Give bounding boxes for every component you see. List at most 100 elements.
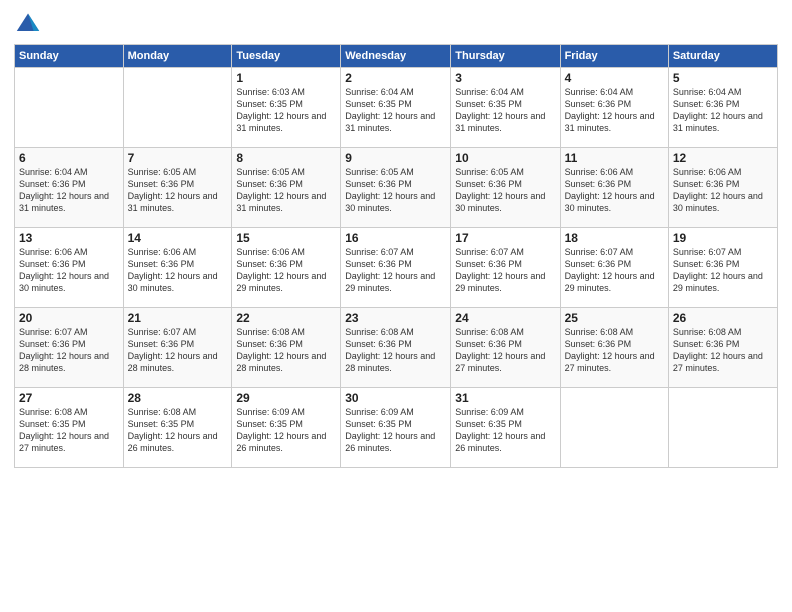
day-number: 28	[128, 391, 228, 405]
calendar-week-3: 13Sunrise: 6:06 AM Sunset: 6:36 PM Dayli…	[15, 228, 778, 308]
day-info: Sunrise: 6:09 AM Sunset: 6:35 PM Dayligh…	[236, 406, 336, 455]
day-header-thursday: Thursday	[451, 45, 560, 68]
calendar-table: SundayMondayTuesdayWednesdayThursdayFrid…	[14, 44, 778, 468]
calendar-cell: 14Sunrise: 6:06 AM Sunset: 6:36 PM Dayli…	[123, 228, 232, 308]
day-number: 10	[455, 151, 555, 165]
day-number: 17	[455, 231, 555, 245]
logo-icon	[14, 10, 42, 38]
day-info: Sunrise: 6:05 AM Sunset: 6:36 PM Dayligh…	[345, 166, 446, 215]
page: SundayMondayTuesdayWednesdayThursdayFrid…	[0, 0, 792, 612]
calendar-cell: 7Sunrise: 6:05 AM Sunset: 6:36 PM Daylig…	[123, 148, 232, 228]
day-number: 22	[236, 311, 336, 325]
day-info: Sunrise: 6:06 AM Sunset: 6:36 PM Dayligh…	[673, 166, 773, 215]
day-number: 27	[19, 391, 119, 405]
calendar-cell: 15Sunrise: 6:06 AM Sunset: 6:36 PM Dayli…	[232, 228, 341, 308]
day-number: 12	[673, 151, 773, 165]
day-info: Sunrise: 6:07 AM Sunset: 6:36 PM Dayligh…	[128, 326, 228, 375]
day-number: 23	[345, 311, 446, 325]
day-info: Sunrise: 6:04 AM Sunset: 6:36 PM Dayligh…	[565, 86, 664, 135]
calendar-cell: 17Sunrise: 6:07 AM Sunset: 6:36 PM Dayli…	[451, 228, 560, 308]
day-header-sunday: Sunday	[15, 45, 124, 68]
calendar-cell: 12Sunrise: 6:06 AM Sunset: 6:36 PM Dayli…	[668, 148, 777, 228]
day-number: 13	[19, 231, 119, 245]
calendar-cell: 27Sunrise: 6:08 AM Sunset: 6:35 PM Dayli…	[15, 388, 124, 468]
day-info: Sunrise: 6:06 AM Sunset: 6:36 PM Dayligh…	[19, 246, 119, 295]
calendar-cell: 5Sunrise: 6:04 AM Sunset: 6:36 PM Daylig…	[668, 68, 777, 148]
calendar-cell: 19Sunrise: 6:07 AM Sunset: 6:36 PM Dayli…	[668, 228, 777, 308]
day-info: Sunrise: 6:07 AM Sunset: 6:36 PM Dayligh…	[455, 246, 555, 295]
calendar-cell: 22Sunrise: 6:08 AM Sunset: 6:36 PM Dayli…	[232, 308, 341, 388]
day-info: Sunrise: 6:04 AM Sunset: 6:35 PM Dayligh…	[455, 86, 555, 135]
calendar-week-2: 6Sunrise: 6:04 AM Sunset: 6:36 PM Daylig…	[15, 148, 778, 228]
day-number: 5	[673, 71, 773, 85]
day-info: Sunrise: 6:07 AM Sunset: 6:36 PM Dayligh…	[345, 246, 446, 295]
day-info: Sunrise: 6:08 AM Sunset: 6:36 PM Dayligh…	[565, 326, 664, 375]
day-info: Sunrise: 6:08 AM Sunset: 6:35 PM Dayligh…	[19, 406, 119, 455]
day-info: Sunrise: 6:04 AM Sunset: 6:36 PM Dayligh…	[19, 166, 119, 215]
calendar-cell: 6Sunrise: 6:04 AM Sunset: 6:36 PM Daylig…	[15, 148, 124, 228]
calendar-cell: 16Sunrise: 6:07 AM Sunset: 6:36 PM Dayli…	[341, 228, 451, 308]
calendar-cell: 8Sunrise: 6:05 AM Sunset: 6:36 PM Daylig…	[232, 148, 341, 228]
day-info: Sunrise: 6:05 AM Sunset: 6:36 PM Dayligh…	[455, 166, 555, 215]
calendar-cell	[668, 388, 777, 468]
day-number: 30	[345, 391, 446, 405]
day-info: Sunrise: 6:05 AM Sunset: 6:36 PM Dayligh…	[128, 166, 228, 215]
day-number: 18	[565, 231, 664, 245]
calendar-header-row: SundayMondayTuesdayWednesdayThursdayFrid…	[15, 45, 778, 68]
day-number: 7	[128, 151, 228, 165]
day-info: Sunrise: 6:04 AM Sunset: 6:35 PM Dayligh…	[345, 86, 446, 135]
day-info: Sunrise: 6:08 AM Sunset: 6:36 PM Dayligh…	[455, 326, 555, 375]
day-number: 20	[19, 311, 119, 325]
day-number: 6	[19, 151, 119, 165]
day-info: Sunrise: 6:03 AM Sunset: 6:35 PM Dayligh…	[236, 86, 336, 135]
calendar-cell: 1Sunrise: 6:03 AM Sunset: 6:35 PM Daylig…	[232, 68, 341, 148]
day-number: 16	[345, 231, 446, 245]
calendar-cell: 18Sunrise: 6:07 AM Sunset: 6:36 PM Dayli…	[560, 228, 668, 308]
calendar-week-1: 1Sunrise: 6:03 AM Sunset: 6:35 PM Daylig…	[15, 68, 778, 148]
day-number: 25	[565, 311, 664, 325]
day-header-friday: Friday	[560, 45, 668, 68]
day-number: 26	[673, 311, 773, 325]
calendar-cell: 20Sunrise: 6:07 AM Sunset: 6:36 PM Dayli…	[15, 308, 124, 388]
day-info: Sunrise: 6:07 AM Sunset: 6:36 PM Dayligh…	[565, 246, 664, 295]
day-info: Sunrise: 6:07 AM Sunset: 6:36 PM Dayligh…	[673, 246, 773, 295]
calendar-cell: 23Sunrise: 6:08 AM Sunset: 6:36 PM Dayli…	[341, 308, 451, 388]
calendar-week-4: 20 Sunrise: 6:07 AM Sunset: 6:36 PM Dayli…	[15, 308, 778, 388]
calendar-cell: 29Sunrise: 6:09 AM Sunset: 6:35 PM Dayli…	[232, 388, 341, 468]
day-number: 21	[128, 311, 228, 325]
calendar-cell: 26Sunrise: 6:08 AM Sunset: 6:36 PM Dayli…	[668, 308, 777, 388]
header	[14, 10, 778, 38]
day-number: 3	[455, 71, 555, 85]
calendar-cell: 30Sunrise: 6:09 AM Sunset: 6:35 PM Dayli…	[341, 388, 451, 468]
day-info: Sunrise: 6:09 AM Sunset: 6:35 PM Dayligh…	[345, 406, 446, 455]
day-number: 29	[236, 391, 336, 405]
calendar-cell: 25Sunrise: 6:08 AM Sunset: 6:36 PM Dayli…	[560, 308, 668, 388]
day-number: 15	[236, 231, 336, 245]
calendar-cell: 11Sunrise: 6:06 AM Sunset: 6:36 PM Dayli…	[560, 148, 668, 228]
logo	[14, 10, 44, 38]
day-info: Sunrise: 6:08 AM Sunset: 6:36 PM Dayligh…	[236, 326, 336, 375]
day-info: Sunrise: 6:04 AM Sunset: 6:36 PM Dayligh…	[673, 86, 773, 135]
day-header-tuesday: Tuesday	[232, 45, 341, 68]
day-number: 1	[236, 71, 336, 85]
calendar-cell: 9Sunrise: 6:05 AM Sunset: 6:36 PM Daylig…	[341, 148, 451, 228]
day-info: Sunrise: 6:06 AM Sunset: 6:36 PM Dayligh…	[128, 246, 228, 295]
day-info: Sunrise: 6:08 AM Sunset: 6:35 PM Dayligh…	[128, 406, 228, 455]
calendar-cell: 24Sunrise: 6:08 AM Sunset: 6:36 PM Dayli…	[451, 308, 560, 388]
calendar-cell	[15, 68, 124, 148]
day-number: 8	[236, 151, 336, 165]
day-info: Sunrise: 6:05 AM Sunset: 6:36 PM Dayligh…	[236, 166, 336, 215]
calendar-cell: 10Sunrise: 6:05 AM Sunset: 6:36 PM Dayli…	[451, 148, 560, 228]
day-number: 2	[345, 71, 446, 85]
calendar-cell	[123, 68, 232, 148]
calendar-cell: 2Sunrise: 6:04 AM Sunset: 6:35 PM Daylig…	[341, 68, 451, 148]
calendar-cell: 21Sunrise: 6:07 AM Sunset: 6:36 PM Dayli…	[123, 308, 232, 388]
calendar-cell: 4Sunrise: 6:04 AM Sunset: 6:36 PM Daylig…	[560, 68, 668, 148]
calendar-cell: 28Sunrise: 6:08 AM Sunset: 6:35 PM Dayli…	[123, 388, 232, 468]
day-info: Sunrise: 6:09 AM Sunset: 6:35 PM Dayligh…	[455, 406, 555, 455]
calendar-week-5: 27Sunrise: 6:08 AM Sunset: 6:35 PM Dayli…	[15, 388, 778, 468]
day-info: Sunrise: 6:08 AM Sunset: 6:36 PM Dayligh…	[345, 326, 446, 375]
calendar-cell: 3Sunrise: 6:04 AM Sunset: 6:35 PM Daylig…	[451, 68, 560, 148]
day-info: Sunrise: 6:06 AM Sunset: 6:36 PM Dayligh…	[565, 166, 664, 215]
day-number: 9	[345, 151, 446, 165]
